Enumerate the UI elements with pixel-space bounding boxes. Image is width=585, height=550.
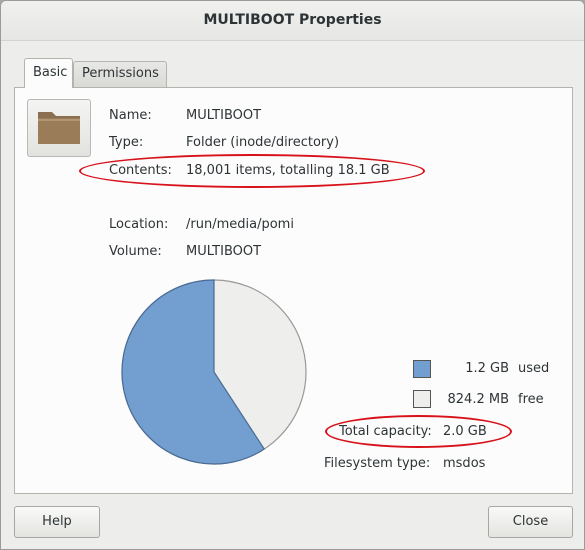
tab-basic[interactable]: Basic: [24, 58, 73, 88]
type-label: Type:: [109, 135, 144, 150]
type-value: Folder (inode/directory): [186, 135, 340, 150]
free-size: 824.2 MB: [447, 392, 509, 407]
location-label: Location:: [109, 217, 169, 232]
folder-icon-button[interactable]: [27, 99, 91, 157]
used-size: 1.2 GB: [465, 361, 509, 376]
fstype-label: Filesystem type:: [324, 456, 431, 471]
free-color-swatch: [413, 390, 431, 408]
usage-pie-chart: [121, 279, 307, 465]
fstype-value: msdos: [443, 456, 486, 471]
location-value[interactable]: /run/media/pomi: [186, 216, 294, 234]
capacity-highlight-annotation: [325, 415, 512, 448]
free-label: free: [518, 392, 544, 407]
close-button[interactable]: Close: [488, 506, 573, 538]
window-title: MULTIBOOT Properties: [1, 1, 584, 41]
volume-value: MULTIBOOT: [186, 244, 262, 259]
name-value: MULTIBOOT: [186, 108, 262, 123]
contents-highlight-annotation: [79, 154, 425, 188]
help-button[interactable]: Help: [14, 506, 100, 538]
name-label: Name:: [109, 108, 152, 123]
properties-window: MULTIBOOT Properties Permissions Basic N…: [0, 0, 585, 550]
folder-icon: [38, 112, 80, 144]
used-label: used: [518, 361, 550, 376]
volume-label: Volume:: [109, 244, 162, 259]
used-color-swatch: [413, 360, 431, 378]
tab-permissions[interactable]: Permissions: [73, 61, 167, 87]
